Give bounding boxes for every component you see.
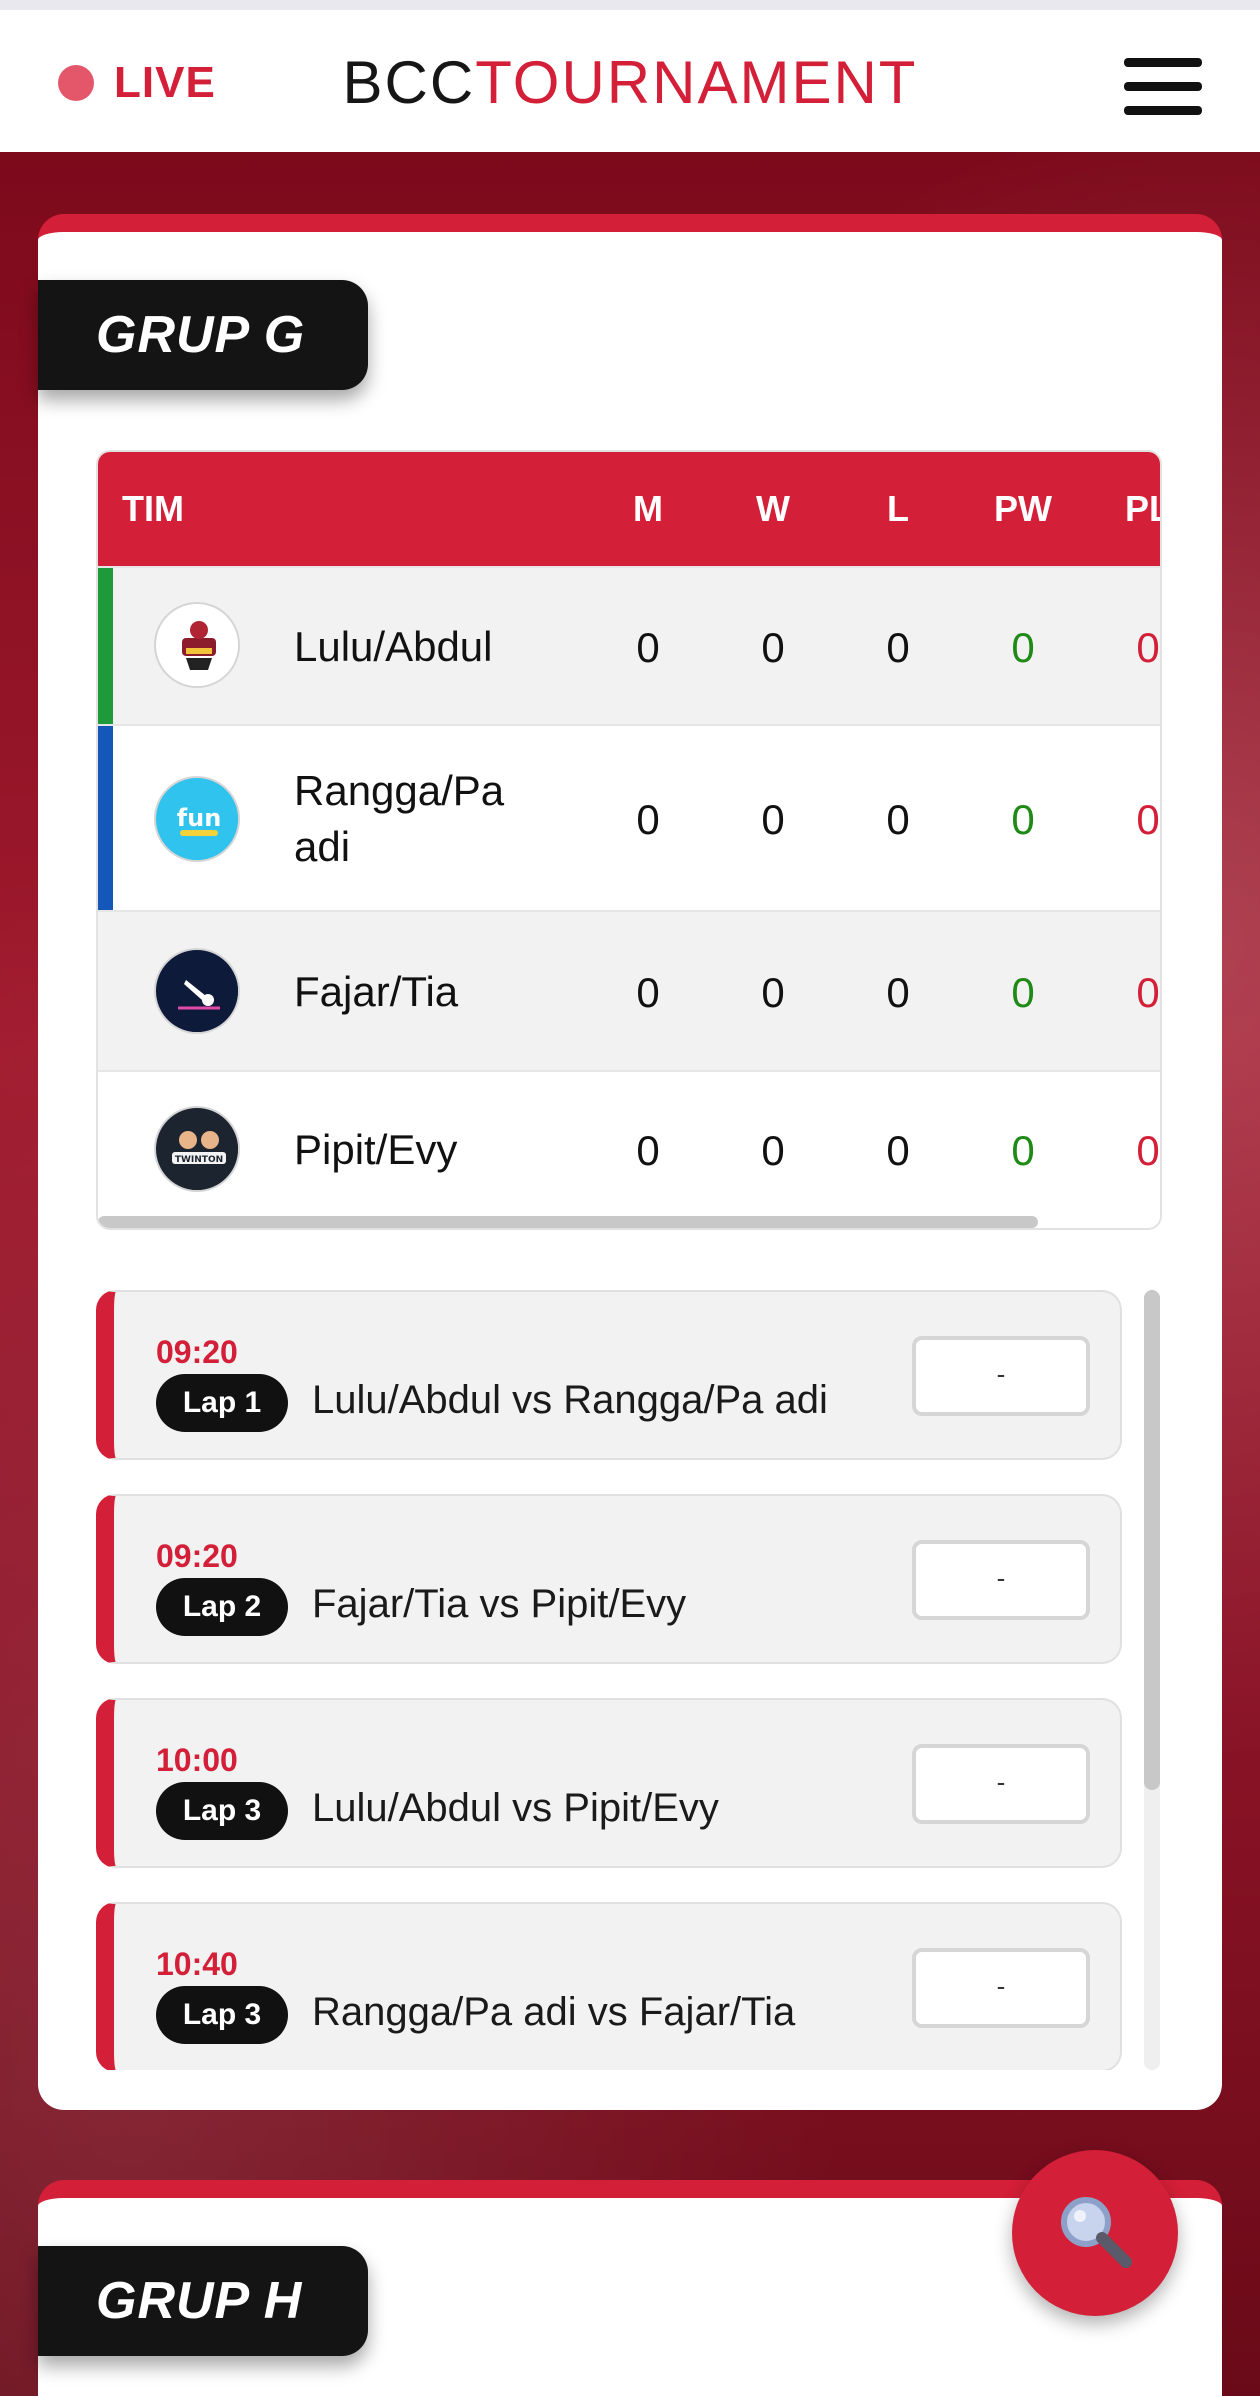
team-name: Pipit/Evy: [294, 1126, 458, 1173]
table-row[interactable]: TWINTON Pipit/Evy 0 0 0 0 0: [98, 1070, 1160, 1226]
table-row[interactable]: fun Rangga/Pa adi 0 0 0 0 0: [98, 724, 1160, 910]
match-card[interactable]: 10:40 Lap 3 Rangga/Pa adi vs Fajar/Tia -: [96, 1902, 1122, 2070]
standings-table: TIM M W L PW PL Lulu/Abdul 0 0 0: [96, 450, 1162, 1230]
stat-m: 0: [636, 624, 660, 671]
stat-pw: 0: [1011, 624, 1035, 671]
top-header: LIVE BCCTOURNAMENT: [0, 10, 1260, 152]
stat-pw: 0: [1011, 796, 1035, 843]
magnifier-search-icon: [1061, 2197, 1132, 2268]
stat-m: 0: [636, 1127, 660, 1174]
match-list[interactable]: 09:20 Lap 1 Lulu/Abdul vs Rangga/Pa adi …: [96, 1290, 1126, 2070]
score-box[interactable]: -: [912, 1948, 1090, 2028]
match-title: Fajar/Tia vs Pipit/Evy: [312, 1582, 687, 1626]
status-strip: [0, 0, 1260, 10]
stat-l: 0: [886, 969, 910, 1016]
table-header: TIM M W L PW PL: [98, 452, 1160, 566]
match-time: 10:40: [156, 1946, 238, 1982]
team-name: Fajar/Tia: [294, 968, 459, 1015]
score-box[interactable]: -: [912, 1540, 1090, 1620]
stat-l: 0: [886, 796, 910, 843]
horizontal-scrollbar[interactable]: [98, 1216, 1038, 1228]
stat-m: 0: [636, 969, 660, 1016]
svg-text:TWINTON: TWINTON: [175, 1155, 223, 1165]
stat-w: 0: [761, 1127, 785, 1174]
match-card[interactable]: 09:20 Lap 1 Lulu/Abdul vs Rangga/Pa adi …: [96, 1290, 1122, 1460]
table-row[interactable]: Lulu/Abdul 0 0 0 0 0: [98, 566, 1160, 724]
match-card[interactable]: 09:20 Lap 2 Fajar/Tia vs Pipit/Evy -: [96, 1494, 1122, 1664]
court-badge: Lap 3: [156, 1782, 288, 1840]
badminton-shuttle-logo-icon: [154, 948, 240, 1034]
match-title: Rangga/Pa adi vs Fajar/Tia: [312, 1990, 796, 2034]
row-accent-bar: [98, 568, 113, 724]
match-title: Lulu/Abdul vs Rangga/Pa adi: [312, 1378, 828, 1422]
score-box[interactable]: -: [912, 1336, 1090, 1416]
stat-pl: 0: [1136, 624, 1160, 671]
stat-pl: 0: [1136, 796, 1160, 843]
col-header-pw: PW: [994, 488, 1052, 529]
twinton-logo-icon: TWINTON: [154, 1106, 240, 1192]
col-header-l: L: [887, 488, 909, 529]
brand-logo[interactable]: BCCTOURNAMENT: [0, 48, 1260, 117]
row-accent-bar: [98, 726, 113, 910]
stat-l: 0: [886, 624, 910, 671]
match-card[interactable]: 10:00 Lap 3 Lulu/Abdul vs Pipit/Evy -: [96, 1698, 1122, 1868]
hamburger-menu-icon[interactable]: [1124, 58, 1202, 116]
match-time: 09:20: [156, 1538, 238, 1574]
score-box[interactable]: -: [912, 1744, 1090, 1824]
match-time: 09:20: [156, 1334, 238, 1370]
stat-m: 0: [636, 796, 660, 843]
stat-pw: 0: [1011, 969, 1035, 1016]
brand-primary: BCC: [342, 49, 476, 116]
col-header-m: M: [633, 488, 663, 529]
stat-pw: 0: [1011, 1127, 1035, 1174]
col-header-team: TIM: [122, 488, 184, 529]
stat-w: 0: [761, 624, 785, 671]
col-header-pl: PL: [1124, 488, 1160, 529]
group-title: GRUP G: [38, 280, 368, 390]
search-fab-button[interactable]: [1012, 2150, 1178, 2316]
svg-text:fun: fun: [177, 804, 222, 832]
match-title: Lulu/Abdul vs Pipit/Evy: [312, 1786, 719, 1830]
stat-w: 0: [761, 796, 785, 843]
vertical-scrollbar[interactable]: [1144, 1290, 1160, 2070]
scrollbar-thumb[interactable]: [1144, 1290, 1160, 1790]
brand-accent: TOURNAMENT: [475, 49, 918, 116]
fun-badminton-logo-icon: fun: [154, 776, 240, 862]
mengbal-logo-icon: [154, 602, 240, 688]
stat-pl: 0: [1136, 1127, 1160, 1174]
table-row[interactable]: Fajar/Tia 0 0 0 0 0: [98, 910, 1160, 1070]
match-time: 10:00: [156, 1742, 238, 1778]
court-badge: Lap 1: [156, 1374, 288, 1432]
col-header-w: W: [756, 488, 790, 529]
group-card-g: GRUP G TIM M W L PW PL Lulu/Abdul: [38, 214, 1222, 2110]
group-title: GRUP H: [38, 2246, 368, 2356]
team-name: Lulu/Abdul: [294, 623, 493, 670]
stat-w: 0: [761, 969, 785, 1016]
stat-pl: 0: [1136, 969, 1160, 1016]
stat-l: 0: [886, 1127, 910, 1174]
court-badge: Lap 2: [156, 1578, 288, 1636]
court-badge: Lap 3: [156, 1986, 288, 2044]
team-name: Rangga/Pa adi: [294, 767, 505, 870]
